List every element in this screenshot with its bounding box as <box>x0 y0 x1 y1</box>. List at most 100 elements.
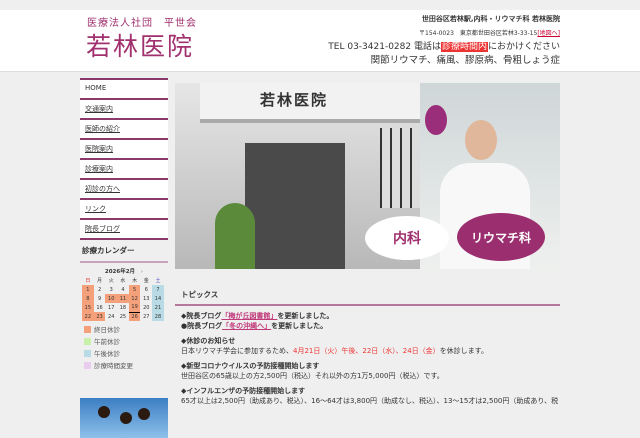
tel-suffix: におかけください <box>487 42 560 52</box>
nav-access[interactable]: 交通案内 <box>80 98 168 118</box>
legend-swatch <box>84 325 91 333</box>
weekday-label: 火 <box>108 278 114 284</box>
legend-item: 午前休診 <box>84 336 164 346</box>
blog1-suffix: を更新しました。 <box>277 312 334 320</box>
weekday-label: 水 <box>120 278 126 284</box>
calendar-month: 2026年2月 › <box>80 267 168 275</box>
staff-photo <box>80 398 168 438</box>
closure-text: 日本リウマチ学会に参加するため、 <box>181 347 293 355</box>
calendar-day: 11 <box>117 294 129 303</box>
topics-title: トピックス <box>175 287 560 306</box>
hero-photo: 若林医院 内科 リウマチ科 <box>175 83 560 269</box>
calendar-day: 1 <box>82 285 94 294</box>
calendar-grid: 日月火水木金土 1 2 3 4 5 6 7 8 9 10 11 12 13 14 15 16 17 18 19 20 21… <box>82 276 164 321</box>
clinic-logo[interactable]: 若林医院 <box>86 27 194 63</box>
calendar-day: 19 <box>128 303 141 313</box>
calendar-day: 21 <box>152 303 164 312</box>
calendar-day: 14 <box>152 294 164 303</box>
legend-label: 午後休診 <box>94 350 120 358</box>
calendar-day: 20 <box>143 304 150 311</box>
calendar-day: 26 <box>128 312 141 321</box>
flu-text: 65才以上は2,500円（助成あり、税込）、16～64才は3,800円（助成なし… <box>181 397 559 405</box>
badge-rheumatology[interactable]: リウマチ科 <box>457 213 545 261</box>
site-header: 医療法人社団 平世会 若林医院 世田谷区若林駅,内科・リウマチ科 若林医院 〒1… <box>0 10 640 72</box>
calendar-day: 6 <box>144 286 148 293</box>
closure-dates: 4月21日（火）午後、22日（水）、24日（金） <box>293 347 440 355</box>
blog-updates: ◆院長ブログ「梅が丘図書館」を更新しました。 ●院長ブログ「冬の沖縄へ」を更新し… <box>175 311 560 331</box>
flu-title: ◆インフルエンザの予防接種開始します <box>181 387 306 395</box>
clinic-sign: 若林医院 <box>260 91 329 109</box>
nav-clinic[interactable]: 医院案内 <box>80 138 168 158</box>
flu-notice: ◆インフルエンザの予防接種開始します 65才以上は2,500円（助成あり、税込）… <box>175 386 560 406</box>
weekday-label: 月 <box>97 278 103 284</box>
calendar-day: 8 <box>82 294 94 303</box>
calendar-legend: 終日休診午前休診午後休診診療時間変更 <box>80 324 168 370</box>
nav-blog[interactable]: 院長ブログ <box>80 218 168 238</box>
nav-links[interactable]: リンク <box>80 198 168 218</box>
calendar-day: 7 <box>152 285 164 294</box>
tel: TEL 03-3421-0282 電話は <box>328 42 441 52</box>
address-text: 〒154-0023 東京都世田谷区若林3-33-15 <box>419 30 538 37</box>
main-nav: HOME 交通案内 医師の紹介 医院案内 診療案内 初診の方へ リンク 院長ブロ… <box>80 78 168 240</box>
closure-suffix: を休診します。 <box>439 347 488 355</box>
address: 〒154-0023 東京都世田谷区若林3-33-15[地図へ] <box>419 28 560 37</box>
calendar-day: 10 <box>105 294 118 303</box>
phone-info: TEL 03-3421-0282 電話は診療時間内におかけください <box>328 39 560 52</box>
covid-title: ◆新型コロナウイルスの予防接種開始します <box>181 362 320 370</box>
calendar-day: 9 <box>97 295 102 302</box>
legend-swatch <box>84 337 91 345</box>
covid-notice: ◆新型コロナウイルスの予防接種開始します 世田谷区の65歳以上の方2,500円（… <box>175 361 560 381</box>
calendar-day: 27 <box>143 313 150 320</box>
legend-item: 診療時間変更 <box>84 360 164 370</box>
topics-section: トピックス ◆院長ブログ「梅が丘図書館」を更新しました。 ●院長ブログ「冬の沖縄… <box>175 287 560 406</box>
blog2-link[interactable]: 「冬の沖縄へ」 <box>222 322 271 330</box>
calendar-day: 17 <box>108 304 115 311</box>
legend-label: 終日休診 <box>94 326 120 334</box>
blog2-suffix: を更新しました。 <box>271 322 328 330</box>
tagline: 世田谷区若林駅,内科・リウマチ科 若林医院 <box>421 15 560 23</box>
calendar-day: 13 <box>143 295 150 302</box>
legend-label: 午前休診 <box>94 338 120 346</box>
calendar-day: 15 <box>82 303 94 312</box>
calendar-title: 診療カレンダー <box>80 240 168 263</box>
legend-item: 終日休診 <box>84 324 164 334</box>
calendar-day: 2 <box>97 286 102 293</box>
weekday-label: 土 <box>155 278 161 284</box>
calendar-day: 4 <box>121 286 125 293</box>
nav-first-visit[interactable]: 初診の方へ <box>80 178 168 198</box>
legend-label: 診療時間変更 <box>94 362 133 370</box>
calendar-day: 25 <box>119 313 127 320</box>
closure-notice: ◆休診のお知らせ 日本リウマチ学会に参加するため、4月21日（火）午後、22日（… <box>175 336 560 356</box>
calendar-day: 16 <box>96 304 103 311</box>
blog2-prefix: ●院長ブログ <box>181 322 223 330</box>
calendar-day: 22 <box>82 312 94 321</box>
main-content: 若林医院 内科 リウマチ科 トピックス ◆院長ブログ「梅が丘図書館」を更新しまし… <box>175 83 560 406</box>
weekday-label: 日 <box>85 278 91 284</box>
legend-swatch <box>84 361 91 369</box>
calendar-day: 5 <box>128 285 141 294</box>
nav-home[interactable]: HOME <box>80 78 168 98</box>
month-label: 2026年2月 <box>104 269 136 275</box>
calendar-day: 18 <box>119 304 127 311</box>
tel-hours: 診療時間内 <box>440 42 488 52</box>
closure-title: ◆休診のお知らせ <box>181 337 236 345</box>
calendar-day: 12 <box>128 294 141 303</box>
specialties: 関節リウマチ、痛風、膠原病、骨粗しょう症 <box>370 55 560 66</box>
calendar-day: 23 <box>93 312 106 321</box>
map-link[interactable]: [地図へ] <box>537 30 560 37</box>
weekday-label: 金 <box>143 278 149 284</box>
calendar-day: 24 <box>108 313 115 320</box>
nav-medical[interactable]: 診療案内 <box>80 158 168 178</box>
legend-item: 午後休診 <box>84 348 164 358</box>
covid-text: 世田谷区の65歳以上の方2,500円（税込）それ以外の方1万5,000円（税込）… <box>181 372 444 380</box>
blog1-link[interactable]: 「梅が丘図書館」 <box>221 312 277 320</box>
blog1-prefix: ◆院長ブログ <box>181 312 222 320</box>
sidebar: HOME 交通案内 医師の紹介 医院案内 診療案内 初診の方へ リンク 院長ブロ… <box>80 78 168 438</box>
badge-internal-medicine[interactable]: 内科 <box>365 216 449 260</box>
legend-swatch <box>84 349 91 357</box>
weekday-label: 木 <box>132 278 138 284</box>
next-month-button[interactable]: › <box>141 269 143 275</box>
calendar-day: 3 <box>109 286 113 293</box>
nav-doctor[interactable]: 医師の紹介 <box>80 118 168 138</box>
calendar-day: 28 <box>152 312 164 321</box>
